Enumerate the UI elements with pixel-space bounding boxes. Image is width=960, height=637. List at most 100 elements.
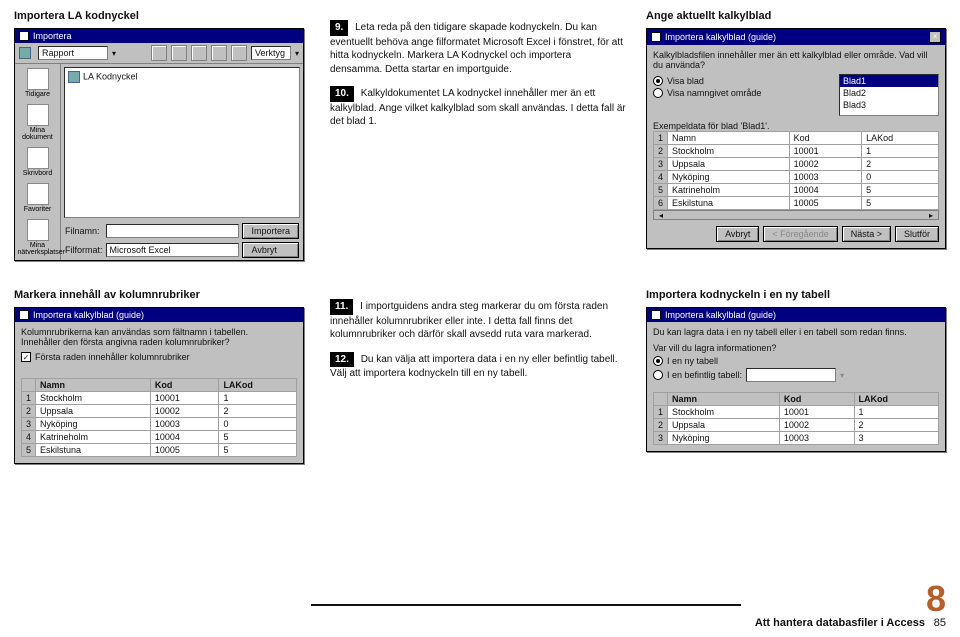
table-row: 3Uppsala100022 (654, 158, 939, 171)
heading-importera-ny-tabell: Importera kodnyckeln i en ny tabell (646, 289, 946, 301)
wizard3-radio-ny[interactable]: I en ny tabell (653, 356, 939, 366)
table-row: 3Nyköping100033 (654, 432, 939, 445)
sidebar-item-natverk[interactable]: Mina nätverksplatser (18, 219, 58, 256)
import-file-item[interactable]: LA Kodnyckel (83, 71, 138, 81)
heading-markera-kolumn: Markera innehåll av kolumnrubriker (14, 289, 310, 301)
step-11: 11. I importguidens andra steg markerar … (330, 299, 626, 342)
table-row: 5Eskilstuna100055 (22, 444, 297, 457)
sheet-item[interactable]: Blad3 (840, 99, 938, 111)
footer-chapter-title: Att hantera databasfiler i Access (755, 617, 925, 629)
block-steps-11-12: 11. I importguidens andra steg markerar … (330, 289, 626, 464)
import-dialog-icon (19, 31, 29, 41)
import-filelist[interactable]: LA Kodnyckel (64, 67, 300, 218)
table-row: 2Uppsala100022 (654, 419, 939, 432)
block-ange-kalkylblad: Ange aktuellt kalkylblad Importera kalky… (646, 10, 946, 261)
wizard1-icon (651, 32, 661, 42)
block-steps-9-10: 9. Leta reda på den tidigare skapade kod… (330, 10, 626, 261)
footer-page-number: 85 (934, 617, 946, 629)
sidebar-item-tidigare[interactable]: Tidigare (18, 68, 58, 98)
step-11-text: I importguidens andra steg markerar du o… (330, 301, 608, 340)
nav-up-icon[interactable] (171, 45, 187, 61)
step-9-num: 9. (330, 20, 348, 36)
wizard2-title: Importera kalkylblad (guide) (33, 310, 144, 320)
wizard3-radio-befintlig[interactable]: I en befintlig tabell: ▾ (653, 368, 939, 382)
input-filetype[interactable]: Microsoft Excel (106, 243, 240, 257)
wizard1-prev-button[interactable]: < Föregående (763, 226, 837, 242)
wizard1-close-icon[interactable]: × (929, 31, 941, 43)
wizard2-checkbox-firstrow[interactable]: ✓ Första raden innehåller kolumnrubriker (21, 352, 297, 362)
import-dialog-title: Importera (33, 31, 72, 41)
wizard1-intro: Kalkylbladsfilen innehåller mer än ett k… (653, 50, 939, 70)
step-12: 12. Du kan välja att importera data i en… (330, 352, 626, 381)
step-11-num: 11. (330, 299, 353, 315)
step-10: 10. Kalkyldokumentet LA kodnyckel innehå… (330, 86, 626, 129)
table-row: 5Katrineholm100045 (654, 184, 939, 197)
import-cancel-button[interactable]: Avbryt (242, 242, 299, 258)
sheet-item[interactable]: Blad2 (840, 87, 938, 99)
block-importera-la: Importera LA kodnyckel Importera Rapport… (14, 10, 310, 261)
table-row: 1Stockholm100011 (22, 392, 297, 405)
wizard3-intro: Du kan lagra data i en ny tabell eller i… (653, 327, 939, 337)
heading-ange-kalkylblad: Ange aktuellt kalkylblad (646, 10, 946, 22)
wizard1-exempel-label: Exempeldata för blad 'Blad1'. (653, 121, 939, 131)
sidebar-item-minadok[interactable]: Mina dokument (18, 104, 58, 141)
nav-back-icon[interactable] (151, 45, 167, 61)
heading-importera-la: Importera LA kodnyckel (14, 10, 310, 22)
wizard1-sheetlist[interactable]: Blad1 Blad2 Blad3 (839, 74, 939, 116)
wizard1-finish-button[interactable]: Slutför (895, 226, 939, 242)
block-markera-kolumnrubriker: Markera innehåll av kolumnrubriker Impor… (14, 289, 310, 464)
wizard3-dialog: Importera kalkylblad (guide) Du kan lagr… (646, 307, 946, 452)
table-row: 3Nyköping100030 (22, 418, 297, 431)
table-row: 6Eskilstuna100055 (654, 197, 939, 210)
wizard2-titlebar: Importera kalkylblad (guide) (15, 308, 303, 322)
wizard1-grid: 1NamnKodLAKod 2Stockholm100011 3Uppsala1… (653, 131, 939, 210)
label-filename: Filnamn: (65, 226, 103, 236)
wizard1-title: Importera kalkylblad (guide) (665, 32, 776, 42)
wizard2-intro2: Innehåller den första angivna raden kolu… (21, 337, 297, 347)
wizard1-radio-blad[interactable]: Visa blad (653, 76, 831, 86)
wizard2-intro1: Kolumnrubrikerna kan användas som fältna… (21, 327, 297, 337)
import-toolbar: Rapport ▾ Verktyg ▾ (15, 43, 303, 64)
footer-chapter-number: 8 (926, 578, 946, 619)
step-12-num: 12. (330, 352, 354, 368)
block-importera-ny-tabell: Importera kodnyckeln i en ny tabell Impo… (646, 289, 946, 464)
page-grid: Importera LA kodnyckel Importera Rapport… (14, 10, 946, 464)
wizard3-title: Importera kalkylblad (guide) (665, 310, 776, 320)
sidebar-item-skrivbord[interactable]: Skrivbord (18, 147, 58, 177)
wizard3-icon (651, 310, 661, 320)
delete-icon[interactable] (211, 45, 227, 61)
step-12-text: Du kan välja att importera data i en ny … (330, 354, 618, 380)
table-row: 4Nyköping100030 (654, 171, 939, 184)
step-9: 9. Leta reda på den tidigare skapade kod… (330, 20, 626, 76)
import-dialog: Importera Rapport ▾ Verktyg ▾ Tidigare (14, 28, 304, 261)
wizard1-titlebar: Importera kalkylblad (guide) × (647, 29, 945, 45)
lookin-combo[interactable]: Rapport (38, 46, 108, 60)
verktyg-combo[interactable]: Verktyg (251, 46, 291, 60)
wizard2-icon (19, 310, 29, 320)
step-10-text: Kalkyldokumentet LA kodnyckel innehåller… (330, 88, 626, 127)
check-icon: ✓ (21, 352, 31, 362)
wizard1-cancel-button[interactable]: Avbryt (716, 226, 759, 242)
sidebar-item-favoriter[interactable]: Favoriter (18, 183, 58, 213)
wizard2-grid: NamnKodLAKod 1Stockholm100011 2Uppsala10… (21, 378, 297, 457)
table-row: 2Uppsala100022 (22, 405, 297, 418)
wizard1-dialog: Importera kalkylblad (guide) × Kalkylbla… (646, 28, 946, 249)
step-9-text: Leta reda på den tidigare skapade kodnyc… (330, 22, 623, 75)
search-icon[interactable] (191, 45, 207, 61)
newfolder-icon[interactable] (231, 45, 247, 61)
table-row: 2Stockholm100011 (654, 145, 939, 158)
import-button[interactable]: Importera (242, 223, 299, 239)
wizard1-scrollbar[interactable]: ◂▸ (653, 210, 939, 220)
sheet-item[interactable]: Blad1 (840, 75, 938, 87)
import-dialog-titlebar: Importera (15, 29, 303, 43)
table-row: 1NamnKodLAKod (654, 132, 939, 145)
wizard3-question: Var vill du lagra informationen? (653, 343, 939, 353)
input-filename[interactable] (106, 224, 240, 238)
wizard1-next-button[interactable]: Nästa > (842, 226, 891, 242)
wizard3-titlebar: Importera kalkylblad (guide) (647, 308, 945, 322)
wizard1-radio-omrade[interactable]: Visa namngivet område (653, 88, 831, 98)
wizard3-existing-combo[interactable] (746, 368, 836, 382)
label-filetype: Filformat: (65, 245, 103, 255)
folder-icon (19, 47, 31, 59)
step-10-num: 10. (330, 86, 354, 102)
